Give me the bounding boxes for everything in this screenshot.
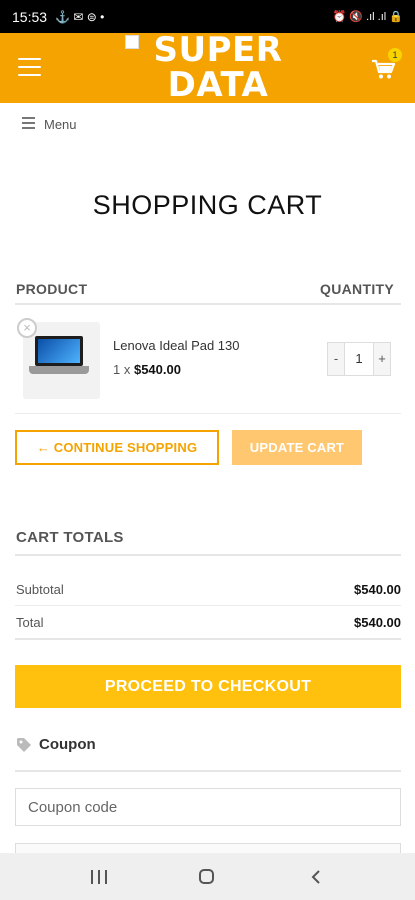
menu-toggle[interactable]: Menu [22, 117, 77, 132]
home-icon[interactable] [199, 869, 214, 884]
divider [15, 554, 401, 556]
page-title: SHOPPING CART [92, 190, 323, 220]
qty-input[interactable]: 1 [345, 342, 373, 376]
coupon-code-input[interactable] [15, 788, 401, 826]
coupon-heading: Coupon [16, 736, 96, 753]
android-nav-bar [0, 853, 415, 900]
logo-line-2: DATA [167, 65, 269, 105]
divider [15, 303, 401, 305]
column-header-product: PRODUCT [16, 281, 88, 297]
product-price: 1 x $540.00 [113, 362, 181, 377]
update-cart-button[interactable]: UPDATE CART [232, 430, 362, 465]
total-label: Total [16, 615, 44, 630]
product-name-link[interactable]: Lenova Ideal Pad 130 [113, 338, 240, 353]
menu-lines-icon [22, 117, 35, 132]
menu-label: Menu [44, 117, 77, 132]
divider [15, 770, 401, 772]
recent-apps-icon[interactable] [91, 870, 107, 884]
laptop-image-icon [35, 336, 83, 366]
status-bar: 15:53 ⚓ ✉ ⊜ • ⏰ 🔇 .ıl .ıl 🔒 [0, 0, 415, 33]
hamburger-menu-icon[interactable] [18, 58, 41, 76]
price-value: $540.00 [133, 362, 181, 377]
qty-minus-button[interactable]: - [327, 342, 345, 376]
quantity-stepper: - 1 + [327, 342, 391, 376]
cart-totals-title: CART TOTALS [16, 529, 124, 546]
coupon-title: Coupon [39, 736, 96, 753]
column-header-quantity: QUANTITY [320, 281, 394, 297]
continue-shopping-button[interactable]: ← CONTINUE SHOPPING [15, 430, 219, 465]
subtotal-value: $540.00 [354, 582, 401, 597]
proceed-to-checkout-button[interactable]: PROCEED TO CHECKOUT [15, 665, 401, 708]
total-value: $540.00 [354, 615, 401, 630]
subtotal-label: Subtotal [16, 582, 64, 597]
divider [15, 638, 401, 640]
cart-count-badge: 1 [388, 48, 402, 62]
divider [15, 605, 401, 606]
status-system-icons: ⏰ 🔇 .ıl .ıl 🔒 [332, 11, 403, 23]
tag-icon [17, 737, 31, 752]
remove-item-button[interactable]: × [17, 318, 37, 338]
back-icon[interactable] [309, 869, 323, 885]
status-time: 15:53 [12, 8, 48, 25]
qty-prefix: 1 x [113, 362, 131, 377]
broken-logo-image-icon [125, 35, 139, 49]
site-logo[interactable]: SUPER DATA [138, 33, 298, 103]
divider [15, 413, 401, 414]
qty-plus-button[interactable]: + [373, 342, 391, 376]
site-header: SUPER DATA 1 [0, 33, 415, 103]
status-notification-icons: ⚓ ✉ ⊜ • [55, 9, 105, 24]
logo-line-1: SUPER [153, 30, 283, 70]
